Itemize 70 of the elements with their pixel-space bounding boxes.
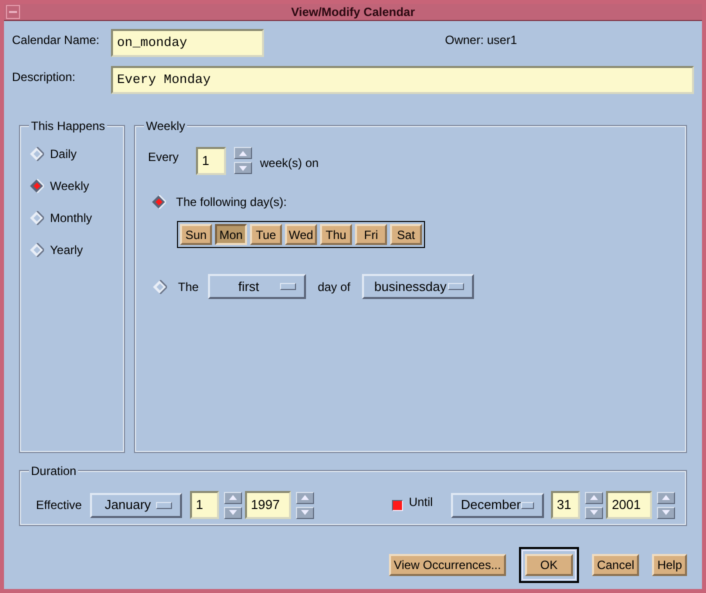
menu-indicator-icon xyxy=(520,502,534,508)
spin-down-button[interactable] xyxy=(234,162,252,174)
spin-down-button[interactable] xyxy=(656,506,675,518)
group-title: Weekly xyxy=(144,118,188,134)
day-toggle[interactable]: Sun xyxy=(180,224,212,245)
up-arrow-icon xyxy=(228,495,237,500)
radio-label: Daily xyxy=(50,146,77,163)
radio-label: Weekly xyxy=(50,178,90,195)
spin-down-button[interactable] xyxy=(584,506,603,518)
dialog-button[interactable]: Help xyxy=(652,554,687,576)
day-field[interactable]: 31 xyxy=(550,491,580,519)
window-title: View/Modify Calendar xyxy=(291,4,415,21)
radio-button[interactable] xyxy=(153,280,167,294)
down-arrow-icon xyxy=(300,510,309,515)
menu-indicator-icon xyxy=(156,502,172,508)
day-toggle[interactable]: Wed xyxy=(285,224,317,245)
group-title: This Happens xyxy=(29,118,108,134)
radio-button[interactable] xyxy=(30,179,44,193)
day-toggle[interactable]: Fri xyxy=(355,224,387,245)
radio-label: The following day(s): xyxy=(176,194,287,211)
every-label: Every xyxy=(148,149,180,166)
radio-label: Yearly xyxy=(50,242,83,259)
option-menu[interactable]: businessday xyxy=(362,274,474,299)
field-label: Calendar Name: xyxy=(12,32,100,49)
up-arrow-icon xyxy=(662,495,670,500)
day-toggle[interactable]: Sat xyxy=(390,224,422,245)
until-checkbox[interactable] xyxy=(392,500,403,510)
menu-indicator-icon xyxy=(280,283,296,290)
radio-label: Monthly xyxy=(50,210,92,227)
radio-label: The xyxy=(178,278,199,296)
down-arrow-icon xyxy=(239,166,247,170)
up-arrow-icon xyxy=(239,150,247,156)
day-toggle[interactable]: Mon xyxy=(215,224,247,245)
calendar-name-field[interactable]: on_monday xyxy=(111,29,264,57)
interval-field[interactable]: 1 xyxy=(196,147,226,175)
spin-up-button[interactable] xyxy=(584,492,603,504)
down-arrow-icon xyxy=(228,510,237,515)
dialog-button[interactable]: View Occurrences... xyxy=(388,554,506,576)
field-label: Description: xyxy=(12,69,76,86)
down-arrow-icon xyxy=(662,510,670,515)
up-arrow-icon xyxy=(590,495,598,500)
spin-up-button[interactable] xyxy=(296,492,314,504)
day-field[interactable]: 1 xyxy=(190,491,219,519)
menu-indicator-icon xyxy=(448,283,464,290)
day-toggle[interactable]: Thu xyxy=(320,224,352,245)
radio-button[interactable] xyxy=(30,211,44,225)
spin-up-button[interactable] xyxy=(234,147,252,159)
radio-button[interactable] xyxy=(30,147,44,161)
spin-up-button[interactable] xyxy=(224,492,242,504)
spin-up-button[interactable] xyxy=(656,492,675,504)
until-label: Until xyxy=(408,494,433,511)
effective-label: Effective xyxy=(36,497,82,514)
weeks-label: week(s) on xyxy=(260,155,319,172)
option-menu[interactable]: December xyxy=(450,492,544,518)
spin-down-button[interactable] xyxy=(296,506,314,518)
option-menu[interactable]: January xyxy=(90,492,182,518)
year-field[interactable]: 2001 xyxy=(606,491,652,519)
day-toggle[interactable]: Tue xyxy=(250,224,282,245)
year-field[interactable]: 1997 xyxy=(244,491,291,519)
spin-down-button[interactable] xyxy=(224,506,242,518)
radio-button[interactable] xyxy=(30,243,44,257)
radio-button[interactable] xyxy=(152,195,166,209)
description-field[interactable]: Every Monday xyxy=(111,66,694,94)
owner-label: Owner: user1 xyxy=(445,32,518,49)
up-arrow-icon xyxy=(300,495,309,500)
day-of-label: day of xyxy=(318,278,350,296)
option-menu[interactable]: first xyxy=(208,274,306,299)
dialog-button[interactable]: OK xyxy=(524,554,573,576)
down-arrow-icon xyxy=(590,510,598,515)
dialog-button[interactable]: Cancel xyxy=(592,554,640,576)
